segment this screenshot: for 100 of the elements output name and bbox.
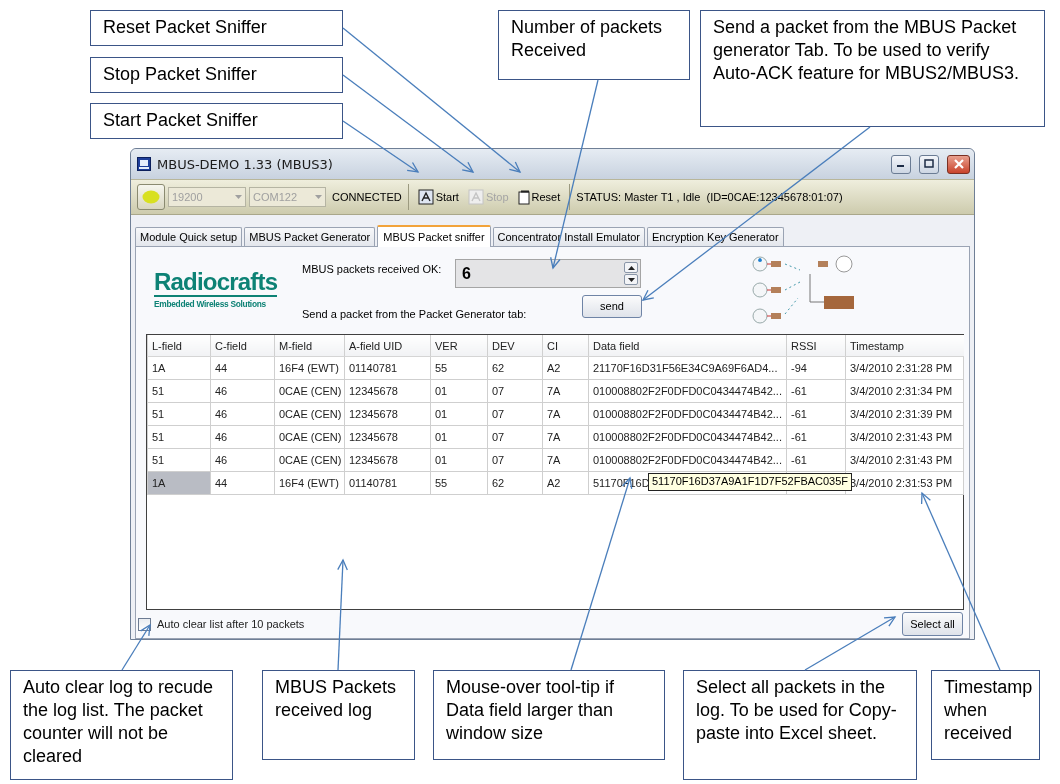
table-cell[interactable]: 3/4/2010 2:31:43 PM (845, 425, 964, 449)
close-button[interactable] (947, 154, 970, 174)
table-cell[interactable]: 62 (487, 356, 543, 380)
toolbar-button[interactable]: Start (414, 189, 462, 205)
table-cell[interactable]: A2 (542, 471, 589, 495)
column-header[interactable]: CI (542, 335, 589, 357)
table-cell[interactable]: 16F4 (EWT) (274, 356, 345, 380)
tooltip: 51170F16D37A9A1F1D7F52FBAC035F (648, 473, 853, 491)
tab[interactable]: Encryption Key Generator (647, 227, 784, 246)
caret-icon (315, 195, 322, 199)
table-cell[interactable]: 01 (430, 402, 488, 426)
spin-down-button[interactable] (624, 274, 638, 285)
table-cell[interactable]: 07 (487, 402, 543, 426)
tab[interactable]: MBUS Packet Generator (244, 227, 376, 246)
table-cell[interactable]: 51 (147, 379, 211, 403)
logo-tagline: Embedded Wireless Solutions (154, 299, 266, 309)
status-light-icon (142, 190, 160, 204)
annotation-callout: MBUS Packets received log (262, 670, 415, 760)
page-icon (517, 189, 530, 205)
tab[interactable]: MBUS Packet sniffer (377, 225, 491, 247)
table-cell[interactable]: -61 (786, 425, 846, 449)
toolbar-button[interactable]: Reset (514, 189, 564, 205)
table-cell[interactable]: 07 (487, 425, 543, 449)
table-cell[interactable]: 3/4/2010 2:31:28 PM (845, 356, 964, 380)
table-cell[interactable]: 3/4/2010 2:31:39 PM (845, 402, 964, 426)
send-button[interactable]: send (582, 294, 642, 318)
table-cell[interactable]: 01 (430, 448, 488, 472)
table-cell[interactable]: A2 (542, 356, 589, 380)
table-cell[interactable]: 12345678 (344, 448, 431, 472)
table-cell[interactable]: 3/4/2010 2:31:34 PM (845, 379, 964, 403)
table-cell[interactable]: 12345678 (344, 425, 431, 449)
table-cell[interactable]: 16F4 (EWT) (274, 471, 345, 495)
close-icon (953, 159, 964, 169)
select-all-button[interactable]: Select all (902, 612, 963, 636)
table-cell[interactable]: 010008802F2F0DFD0C0434474B42... (588, 425, 787, 449)
table-cell[interactable]: 010008802F2F0DFD0C0434474B42... (588, 379, 787, 403)
annotation-arrow (121, 623, 151, 671)
table-cell[interactable]: 01140781 (344, 356, 431, 380)
table-cell[interactable]: 55 (430, 356, 488, 380)
table-cell[interactable]: 01 (430, 425, 488, 449)
table-cell[interactable]: 07 (487, 448, 543, 472)
annotation-callout: Send a packet from the MBUS Packet generator Tab. To be used to verify Auto-ACK feature for MBUS2/MBUS3. (700, 10, 1045, 127)
table-cell[interactable]: 010008802F2F0DFD0C0434474B42... (588, 448, 787, 472)
table-cell[interactable]: 12345678 (344, 379, 431, 403)
table-cell[interactable]: 44 (210, 471, 275, 495)
table-cell[interactable]: 46 (210, 379, 275, 403)
maximize-button[interactable] (919, 154, 939, 174)
connect-button[interactable] (137, 184, 165, 210)
minimize-button[interactable] (891, 154, 911, 174)
table-cell[interactable]: 51 (147, 425, 211, 449)
table-cell[interactable]: 46 (210, 425, 275, 449)
table-cell[interactable]: -61 (786, 402, 846, 426)
table-cell[interactable]: 7A (542, 379, 589, 403)
annotation-callout: Start Packet Sniffer (90, 103, 343, 139)
column-header[interactable]: RSSI (786, 335, 846, 357)
window-title: MBUS-DEMO 1.33 (MBUS3) (157, 156, 334, 172)
table-cell[interactable]: 44 (210, 356, 275, 380)
table-cell[interactable]: 0CAE (CEN) (274, 425, 345, 449)
column-header[interactable]: Data field (588, 335, 787, 357)
table-cell[interactable]: 55 (430, 471, 488, 495)
annotation-callout: Mouse-over tool-tip if Data field larger than window size (433, 670, 665, 760)
table-cell[interactable]: 01140781 (344, 471, 431, 495)
column-header[interactable]: C-field (210, 335, 275, 357)
column-header[interactable]: A-field UID (344, 335, 431, 357)
table-cell[interactable]: 0CAE (CEN) (274, 448, 345, 472)
table-cell[interactable]: 0CAE (CEN) (274, 379, 345, 403)
table-cell[interactable]: 1A (147, 471, 211, 495)
packet-counter: 6 (455, 259, 641, 288)
table-cell[interactable]: 7A (542, 448, 589, 472)
table-cell[interactable]: 7A (542, 402, 589, 426)
table-cell[interactable]: 3/4/2010 2:31:43 PM (845, 448, 964, 472)
annotation-callout: Auto clear log to recude the log list. The packet counter will not be cleared (10, 670, 233, 780)
table-cell[interactable]: 7A (542, 425, 589, 449)
table-cell[interactable]: 010008802F2F0DFD0C0434474B42... (588, 402, 787, 426)
column-header[interactable]: Timestamp (845, 335, 964, 357)
table-cell[interactable]: 46 (210, 448, 275, 472)
table-cell[interactable]: 21170F16D31F56E34C9A69F6AD4... (588, 356, 787, 380)
annotation-callout: Timestamp when received (931, 670, 1040, 760)
connection-status: CONNECTED (332, 191, 402, 203)
table-cell[interactable]: 1A (147, 356, 211, 380)
counter-label: MBUS packets received OK: (302, 262, 443, 275)
column-header[interactable]: L-field (147, 335, 211, 357)
spin-up-button[interactable] (624, 262, 638, 273)
table-cell[interactable]: -61 (786, 379, 846, 403)
tab[interactable]: Concentrator Install Emulator (492, 227, 645, 246)
annotation-callout: Number of packets Received (498, 10, 690, 80)
table-cell[interactable]: 62 (487, 471, 543, 495)
column-header[interactable]: M-field (274, 335, 345, 357)
table-cell[interactable]: 01 (430, 379, 488, 403)
table-cell[interactable]: 51 (147, 402, 211, 426)
table-cell[interactable]: 12345678 (344, 402, 431, 426)
table-cell[interactable]: -94 (786, 356, 846, 380)
table-cell[interactable]: 51 (147, 448, 211, 472)
column-header[interactable]: VER (430, 335, 488, 357)
column-header[interactable]: DEV (487, 335, 543, 357)
table-cell[interactable]: 0CAE (CEN) (274, 402, 345, 426)
table-cell[interactable]: 46 (210, 402, 275, 426)
table-cell[interactable]: -61 (786, 448, 846, 472)
tab[interactable]: Module Quick setup (135, 227, 243, 246)
table-cell[interactable]: 07 (487, 379, 543, 403)
